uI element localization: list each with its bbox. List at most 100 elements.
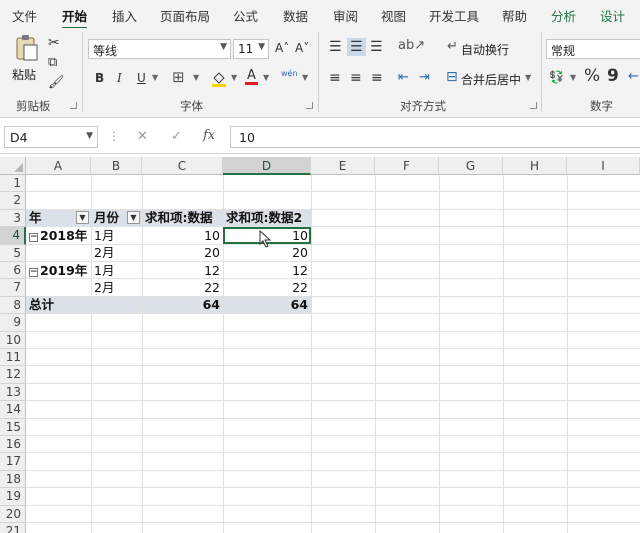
pivot-row-year-2018[interactable]: −2018年: [26, 227, 91, 244]
fill-color-icon[interactable]: [211, 70, 227, 90]
font-name-select[interactable]: 等线 ▼: [88, 39, 231, 59]
tab-review[interactable]: 审阅: [333, 6, 358, 25]
decrease-indent-icon[interactable]: ⇤: [398, 71, 409, 84]
column-header-c[interactable]: C: [142, 157, 223, 175]
row-header-16[interactable]: 16: [0, 436, 26, 454]
column-header-a[interactable]: A: [26, 157, 91, 175]
row-header-12[interactable]: 12: [0, 366, 26, 384]
orientation-icon[interactable]: ab↗: [398, 39, 425, 52]
italic-button[interactable]: I: [117, 72, 122, 84]
pivot-cell-value[interactable]: 22: [223, 279, 311, 296]
chevron-down-icon[interactable]: ▼: [152, 74, 158, 82]
year-filter-dropdown-icon[interactable]: ▼: [76, 211, 89, 224]
collapse-icon[interactable]: −: [29, 232, 38, 242]
chevron-down-icon[interactable]: ▼: [302, 74, 308, 82]
chevron-down-icon[interactable]: ▼: [231, 74, 237, 82]
pivot-cell-month[interactable]: 1月: [91, 262, 142, 279]
wrap-text-button[interactable]: 自动换行: [461, 41, 509, 58]
underline-button[interactable]: U: [137, 72, 146, 84]
column-header-g[interactable]: G: [439, 157, 503, 175]
row-header-1[interactable]: 1: [0, 175, 26, 193]
increase-font-icon[interactable]: A˄: [275, 42, 289, 54]
align-bottom-icon[interactable]: ☰: [370, 40, 383, 54]
comma-style-button[interactable]: 9: [607, 68, 619, 85]
row-header-9[interactable]: 9: [0, 314, 26, 332]
pivot-cell-value[interactable]: 22: [142, 279, 223, 296]
tab-help[interactable]: 帮助: [502, 6, 527, 25]
pivot-row-year-2019[interactable]: −2019年: [26, 262, 91, 279]
pivot-cell-value[interactable]: 12: [142, 262, 223, 279]
clipboard-launcher-icon[interactable]: [70, 102, 77, 109]
tab-file[interactable]: 文件: [12, 6, 37, 25]
pivot-total-value[interactable]: 64: [223, 296, 311, 313]
tab-home[interactable]: 开始: [62, 6, 88, 30]
increase-indent-icon[interactable]: ⇥: [419, 71, 430, 84]
copy-icon[interactable]: ⧉: [48, 56, 57, 69]
paste-icon[interactable]: [14, 34, 40, 62]
formula-input[interactable]: 10: [230, 126, 640, 148]
cut-icon[interactable]: ✂: [48, 36, 60, 50]
column-header-f[interactable]: F: [375, 157, 439, 175]
pivot-total-label[interactable]: 总计: [26, 296, 91, 313]
align-top-icon[interactable]: ☰: [329, 40, 342, 54]
tab-developer[interactable]: 开发工具: [429, 6, 479, 25]
collapse-icon[interactable]: −: [29, 267, 38, 277]
insert-function-icon[interactable]: fx: [203, 129, 215, 142]
tab-view[interactable]: 视图: [381, 6, 406, 25]
alignment-launcher-icon[interactable]: [530, 102, 537, 109]
name-box[interactable]: D4 ▼: [4, 126, 98, 148]
font-color-icon[interactable]: A: [245, 69, 258, 85]
chevron-down-icon[interactable]: ▼: [570, 74, 576, 82]
pivot-cell-month[interactable]: 1月: [91, 227, 142, 244]
pivot-cell-value[interactable]: 20: [142, 244, 223, 261]
merge-center-icon[interactable]: ⊟: [446, 70, 458, 84]
column-header-b[interactable]: B: [91, 157, 142, 175]
pivot-header-sum1[interactable]: 求和项:数据: [142, 209, 223, 226]
pivot-total-value[interactable]: 64: [142, 296, 223, 313]
decrease-font-icon[interactable]: A˅: [295, 42, 309, 54]
chevron-down-icon[interactable]: ▼: [263, 74, 269, 82]
month-filter-dropdown-icon[interactable]: ▼: [127, 211, 140, 224]
chevron-down-icon[interactable]: ▼: [525, 74, 531, 82]
row-header-21[interactable]: 21: [0, 523, 26, 533]
wrap-text-icon[interactable]: ↵: [447, 40, 458, 53]
paste-button[interactable]: 粘贴: [12, 66, 36, 83]
row-header-6[interactable]: 6: [0, 262, 26, 280]
border-icon[interactable]: ⊞: [172, 70, 185, 85]
cancel-icon[interactable]: ✕: [137, 130, 148, 143]
column-header-d[interactable]: D: [223, 157, 311, 175]
row-header-19[interactable]: 19: [0, 488, 26, 506]
chevron-down-icon[interactable]: ▼: [86, 131, 93, 141]
align-right-icon[interactable]: ≡: [371, 71, 383, 85]
row-header-2[interactable]: 2: [0, 192, 26, 210]
row-header-20[interactable]: 20: [0, 505, 26, 523]
row-header-18[interactable]: 18: [0, 470, 26, 489]
row-header-15[interactable]: 15: [0, 418, 26, 436]
tab-design[interactable]: 设计: [600, 6, 625, 25]
row-header-7[interactable]: 7: [0, 279, 26, 297]
pivot-cell-month[interactable]: 2月: [91, 279, 142, 296]
row-header-10[interactable]: 10: [0, 331, 26, 349]
merge-center-button[interactable]: 合并后居中: [461, 71, 521, 88]
tab-page-layout[interactable]: 页面布局: [160, 6, 210, 25]
accounting-format-icon[interactable]: 💱: [549, 71, 564, 83]
format-painter-icon[interactable]: 🖌: [48, 76, 65, 89]
bold-button[interactable]: B: [95, 72, 104, 84]
pivot-cell-month[interactable]: 2月: [91, 244, 142, 261]
select-all-button[interactable]: [0, 157, 26, 175]
column-header-i[interactable]: I: [567, 157, 640, 175]
align-center-icon[interactable]: ≡: [350, 71, 362, 85]
confirm-icon[interactable]: ✓: [171, 130, 182, 143]
row-header-3[interactable]: 3: [0, 209, 26, 228]
font-launcher-icon[interactable]: [306, 102, 313, 109]
align-left-icon[interactable]: ≡: [329, 71, 341, 85]
row-header-14[interactable]: 14: [0, 401, 26, 419]
number-format-select[interactable]: 常规: [546, 39, 640, 59]
increase-decimal-icon[interactable]: ←: [628, 70, 639, 83]
tab-analyze[interactable]: 分析: [551, 6, 576, 25]
pivot-header-sum2[interactable]: 求和项:数据2: [223, 209, 311, 226]
font-size-select[interactable]: 11 ▼: [233, 39, 269, 59]
pivot-cell-value[interactable]: 12: [223, 262, 311, 279]
tab-formulas[interactable]: 公式: [233, 6, 258, 25]
phonetic-guide-icon[interactable]: wén: [281, 70, 298, 78]
